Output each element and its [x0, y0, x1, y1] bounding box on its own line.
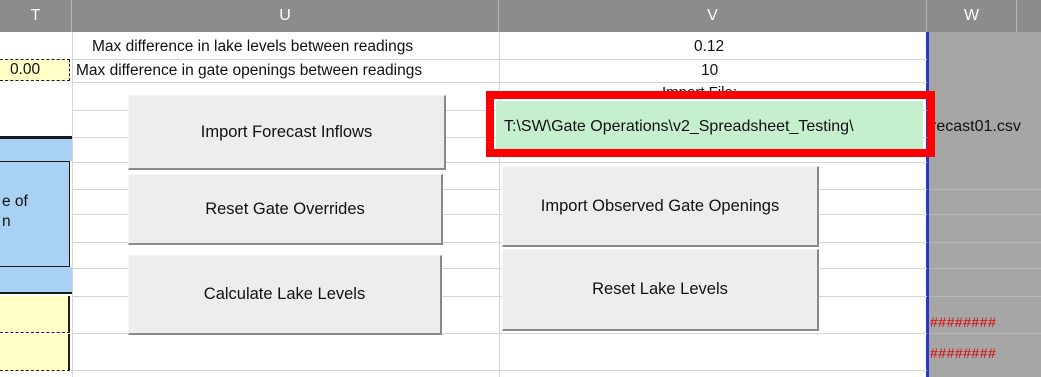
- column-w-border: [926, 32, 929, 377]
- calculate-lake-levels-button[interactable]: Calculate Lake Levels: [128, 255, 442, 335]
- max-lake-label: Max difference in lake levels between re…: [92, 38, 414, 55]
- column-header-u[interactable]: U: [72, 0, 499, 32]
- overflow-mark-1: ########: [930, 314, 997, 330]
- t-yellow-cell-1: [0, 296, 70, 333]
- import-observed-gate-openings-button[interactable]: Import Observed Gate Openings: [502, 166, 819, 247]
- t-blue-cell-1: [0, 139, 72, 161]
- column-header-v[interactable]: V: [499, 0, 927, 32]
- overflow-mark-2: ########: [930, 345, 997, 361]
- column-header-x[interactable]: [1017, 0, 1041, 32]
- column-header-w[interactable]: W: [927, 0, 1017, 32]
- grid-hline-w-4: [929, 268, 1041, 269]
- grid-hline-w-1: [929, 189, 1041, 190]
- max-lake-value[interactable]: 0.12: [694, 38, 724, 56]
- grid-hline-12: [72, 370, 927, 371]
- reset-gate-overrides-button[interactable]: Reset Gate Overrides: [128, 174, 443, 245]
- t-yellow-cell-2: [0, 334, 70, 371]
- grid-hline-w-2: [929, 214, 1041, 215]
- t-value-text: 0.00: [10, 61, 41, 78]
- max-gate-label: Max difference in gate openings between …: [76, 62, 423, 79]
- column-header-t[interactable]: T: [0, 0, 72, 32]
- reset-lake-levels-button[interactable]: Reset Lake Levels: [502, 249, 819, 331]
- grid-hline-w-3: [929, 242, 1041, 243]
- t-partial-text-1: e of: [2, 193, 28, 210]
- grid-vline-u-v: [499, 32, 500, 377]
- grid-hline-2: [72, 82, 927, 83]
- t-blue-cell-3: [0, 267, 72, 294]
- grid-hline-w-6: [929, 333, 1041, 334]
- grid-hline-1: [72, 59, 927, 60]
- highlight-box: [486, 91, 935, 157]
- t-partial-text-2: n: [2, 213, 11, 230]
- max-gate-value[interactable]: 10: [701, 62, 718, 80]
- grid-hline-w-5: [929, 296, 1041, 297]
- import-forecast-inflows-button[interactable]: Import Forecast Inflows: [128, 95, 446, 170]
- import-file-overflow: recast01.csv: [931, 118, 1021, 135]
- grid-vline-t-u: [72, 32, 73, 377]
